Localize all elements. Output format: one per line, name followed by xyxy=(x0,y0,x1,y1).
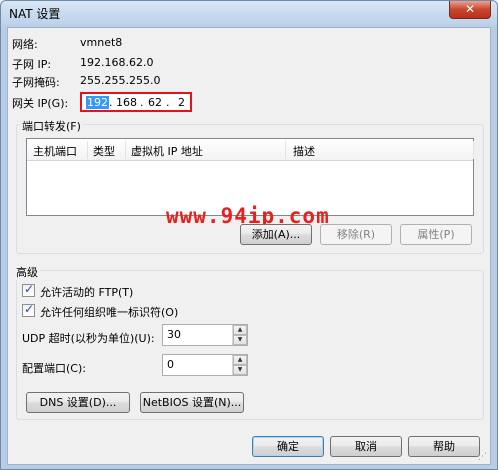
add-button[interactable]: 添加(A)... xyxy=(240,224,312,245)
checkmark-icon: ✓ xyxy=(24,302,35,316)
column-vm-ip[interactable]: 虚拟机 IP 地址 xyxy=(131,143,203,159)
advanced-legend: 高级 xyxy=(14,264,40,280)
gateway-octet-1[interactable]: 192 xyxy=(86,96,109,109)
help-button[interactable]: 帮助 xyxy=(408,436,480,457)
chevron-up-icon[interactable]: ▲ xyxy=(233,355,247,365)
allow-active-ftp-label[interactable]: 允许活动的 FTP(T) xyxy=(40,284,133,300)
close-icon: ✕ xyxy=(464,2,476,16)
remove-button[interactable]: 移除(R) xyxy=(320,224,392,245)
dialog-body: 网络: vmnet8 子网 IP: 192.168.62.0 子网掩码: 255… xyxy=(7,27,491,465)
subnet-ip-label: 子网 IP: xyxy=(12,58,52,71)
port-forwarding-legend: 端口转发(F) xyxy=(20,118,83,134)
network-label: 网络: xyxy=(12,38,38,51)
subnet-mask-value: 255.255.255.0 xyxy=(80,74,161,87)
config-port-value[interactable]: 0 xyxy=(167,358,174,371)
gateway-ip-input[interactable]: 192 . 168 . 62 . 2 xyxy=(80,92,192,112)
list-header: 主机端口 类型 虚拟机 IP 地址 描述 xyxy=(27,139,474,161)
column-type[interactable]: 类型 xyxy=(93,143,115,159)
window-title: NAT 设置 xyxy=(9,7,61,21)
udp-timeout-label: UDP 超时(以秒为单位)(U): xyxy=(22,332,155,345)
column-divider[interactable] xyxy=(87,141,88,159)
netbios-settings-button[interactable]: NetBIOS 设置(N)... xyxy=(140,392,244,413)
cancel-button[interactable]: 取消 xyxy=(330,436,402,457)
chevron-down-icon[interactable]: ▼ xyxy=(233,365,247,375)
subnet-mask-label: 子网掩码: xyxy=(12,76,60,89)
subnet-ip-value: 192.168.62.0 xyxy=(80,56,154,69)
chevron-up-icon[interactable]: ▲ xyxy=(233,325,247,335)
udp-timeout-value[interactable]: 30 xyxy=(167,328,181,341)
network-value: vmnet8 xyxy=(80,36,123,49)
resize-grip-icon[interactable]: ⋰ xyxy=(478,452,488,462)
close-button[interactable]: ✕ xyxy=(449,1,491,19)
checkmark-icon: ✓ xyxy=(24,282,35,296)
udp-timeout-stepper[interactable]: 30 ▲ ▼ xyxy=(162,324,248,346)
ip-dot: . xyxy=(109,96,113,109)
gateway-ip-label: 网关 IP(G): xyxy=(12,97,69,110)
spin-buttons: ▲ ▼ xyxy=(232,355,247,375)
title-bar[interactable]: NAT 设置 ✕ xyxy=(1,1,497,25)
config-port-label: 配置端口(C): xyxy=(22,362,86,375)
column-description[interactable]: 描述 xyxy=(293,143,315,159)
column-divider[interactable] xyxy=(473,141,474,159)
gateway-octet-2[interactable]: 168 xyxy=(116,96,137,109)
ok-button[interactable]: 确定 xyxy=(252,436,324,457)
column-divider[interactable] xyxy=(285,141,286,159)
allow-any-oui-checkbox[interactable]: ✓ xyxy=(22,302,35,317)
ip-dot: . xyxy=(140,96,144,109)
allow-any-oui-label[interactable]: 允许任何组织唯一标识符(O) xyxy=(40,304,178,320)
dns-settings-button[interactable]: DNS 设置(D)... xyxy=(26,392,130,413)
gateway-octet-3[interactable]: 62 xyxy=(148,96,162,109)
config-port-stepper[interactable]: 0 ▲ ▼ xyxy=(162,354,248,376)
column-host-port[interactable]: 主机端口 xyxy=(33,143,77,159)
ip-dot: . xyxy=(166,96,170,109)
properties-button[interactable]: 属性(P) xyxy=(400,224,472,245)
spin-buttons: ▲ ▼ xyxy=(232,325,247,345)
chevron-down-icon[interactable]: ▼ xyxy=(233,335,247,345)
column-divider[interactable] xyxy=(125,141,126,159)
gateway-octet-4[interactable]: 2 xyxy=(178,96,185,109)
allow-active-ftp-checkbox[interactable]: ✓ xyxy=(22,282,35,297)
nat-settings-window: NAT 设置 ✕ 网络: vmnet8 子网 IP: 192.168.62.0 … xyxy=(0,0,498,470)
